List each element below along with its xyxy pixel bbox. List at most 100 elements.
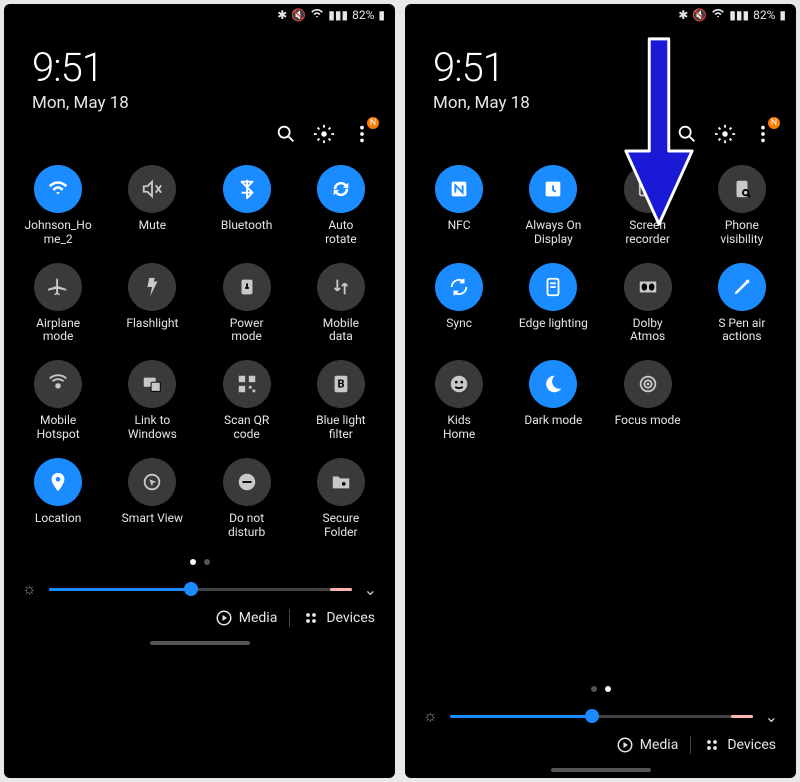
clock-time: 9:51	[32, 44, 367, 91]
tile-label: Sync	[446, 317, 472, 331]
slider-thumb[interactable]	[585, 709, 599, 723]
chevron-down-icon[interactable]: ⌄	[765, 707, 778, 726]
tile-secure[interactable]: Secure Folder	[295, 452, 387, 546]
separator	[289, 609, 290, 627]
tile-flashlight[interactable]: Flashlight	[106, 257, 198, 351]
brightness-icon: ☼	[423, 706, 438, 726]
tile-label: Kids Home	[443, 414, 475, 442]
tile-phonevis[interactable]: Phone visibility	[696, 159, 788, 253]
tile-label: Scan QR code	[224, 414, 269, 442]
tile-label: Dolby Atmos	[630, 317, 665, 345]
tile-label: Mute	[139, 219, 166, 233]
tile-spen[interactable]: S Pen air actions	[696, 257, 788, 351]
location-icon	[34, 458, 82, 506]
tile-label: Flashlight	[126, 317, 178, 331]
tile-mute[interactable]: Mute	[106, 159, 198, 253]
autorotate-icon	[317, 165, 365, 213]
phonevis-icon	[718, 165, 766, 213]
media-panel-button[interactable]: Media	[616, 736, 679, 754]
tile-label: Auto rotate	[325, 219, 357, 247]
overflow-menu-icon[interactable]: N	[351, 123, 373, 145]
tile-nfc[interactable]: NFC	[413, 159, 505, 253]
tile-sync[interactable]: Sync	[413, 257, 505, 351]
tile-screenrec[interactable]: Screen recorder	[602, 159, 694, 253]
media-panel-button[interactable]: Media	[215, 609, 278, 627]
kids-icon	[435, 360, 483, 408]
tile-hotspot[interactable]: Mobile Hotspot	[12, 354, 104, 448]
tile-wifi[interactable]: Johnson_Ho me_2	[12, 159, 104, 253]
brightness-slider[interactable]	[450, 715, 753, 718]
slider-fill	[49, 588, 191, 591]
overflow-menu-icon[interactable]: N	[752, 123, 774, 145]
devices-label: Devices	[727, 737, 776, 753]
page-dot-2	[204, 559, 210, 565]
qr-icon	[223, 360, 271, 408]
tile-smartview[interactable]: Smart View	[106, 452, 198, 546]
status-bar: ✱ 🔇 ▮▮▮ 82% ▮	[4, 4, 395, 26]
header: 9:51 Mon, May 18	[4, 26, 395, 117]
tile-label: Always On Display	[525, 219, 581, 247]
play-icon	[616, 736, 634, 754]
chevron-down-icon[interactable]: ⌄	[364, 580, 377, 599]
tile-linkwin[interactable]: Link to Windows	[106, 354, 198, 448]
brightness-slider[interactable]	[49, 588, 352, 591]
header: 9:51 Mon, May 18	[405, 26, 796, 117]
tile-label: Power mode	[230, 317, 264, 345]
page-indicator[interactable]	[4, 549, 395, 573]
tile-qr[interactable]: Scan QR code	[201, 354, 293, 448]
devices-label: Devices	[326, 610, 375, 626]
dark-icon	[529, 360, 577, 408]
wifi-icon	[34, 165, 82, 213]
slider-fill	[450, 715, 592, 718]
nfc-icon	[435, 165, 483, 213]
sync-icon	[435, 263, 483, 311]
tile-dolby[interactable]: Dolby Atmos	[602, 257, 694, 351]
spen-icon	[718, 263, 766, 311]
tile-mobiledata[interactable]: Mobile data	[295, 257, 387, 351]
tile-focus[interactable]: Focus mode	[602, 354, 694, 448]
quick-tiles-grid: Johnson_Ho me_2 Mute Bluetooth Auto rotate A…	[4, 155, 395, 549]
smartview-icon	[128, 458, 176, 506]
devices-panel-button[interactable]: Devices	[703, 736, 776, 754]
tile-kids[interactable]: Kids Home	[413, 354, 505, 448]
wifi-status-icon	[310, 7, 324, 24]
signal-status-icon: ▮▮▮	[328, 8, 348, 22]
tile-autorotate[interactable]: Auto rotate	[295, 159, 387, 253]
grid-icon	[302, 609, 320, 627]
tile-power[interactable]: Power mode	[201, 257, 293, 351]
nav-gesture-pill[interactable]	[551, 768, 651, 772]
bottom-panel: Media Devices	[4, 605, 395, 637]
tile-location[interactable]: Location	[12, 452, 104, 546]
tile-edge[interactable]: Edge lighting	[507, 257, 599, 351]
tile-dark[interactable]: Dark mode	[507, 354, 599, 448]
battery-icon: ▮	[378, 8, 385, 22]
tile-bluetooth[interactable]: Bluetooth	[201, 159, 293, 253]
phone-right: ✱ 🔇 ▮▮▮ 82% ▮ 9:51 Mon, May 18 N NFC Alwa…	[405, 4, 796, 778]
tile-bluelight[interactable]: Blue light filter	[295, 354, 387, 448]
tile-label: Link to Windows	[128, 414, 177, 442]
brightness-row: ☼ ⌄	[4, 573, 395, 605]
search-icon[interactable]	[275, 123, 297, 145]
airplane-icon	[34, 263, 82, 311]
dolby-icon	[624, 263, 672, 311]
tile-dnd[interactable]: Do not disturb	[201, 452, 293, 546]
slider-thumb[interactable]	[184, 582, 198, 596]
status-bar: ✱ 🔇 ▮▮▮ 82% ▮	[405, 4, 796, 26]
media-label: Media	[640, 737, 679, 753]
tile-label: Focus mode	[615, 414, 681, 428]
settings-gear-icon[interactable]	[714, 123, 736, 145]
nav-gesture-pill[interactable]	[150, 641, 250, 645]
tile-airplane[interactable]: Airplane mode	[12, 257, 104, 351]
page-dot-2	[605, 686, 611, 692]
page-indicator[interactable]	[405, 676, 796, 700]
quick-tiles-grid: NFC Always On Display Screen recorderPhone…	[405, 155, 796, 452]
settings-gear-icon[interactable]	[313, 123, 335, 145]
search-icon[interactable]	[676, 123, 698, 145]
devices-panel-button[interactable]: Devices	[302, 609, 375, 627]
screenrec-icon	[624, 165, 672, 213]
tile-aod[interactable]: Always On Display	[507, 159, 599, 253]
power-icon	[223, 263, 271, 311]
bluetooth-status-icon: ✱	[678, 8, 688, 22]
clock-date: Mon, May 18	[433, 93, 768, 113]
tile-label: Location	[35, 512, 81, 526]
